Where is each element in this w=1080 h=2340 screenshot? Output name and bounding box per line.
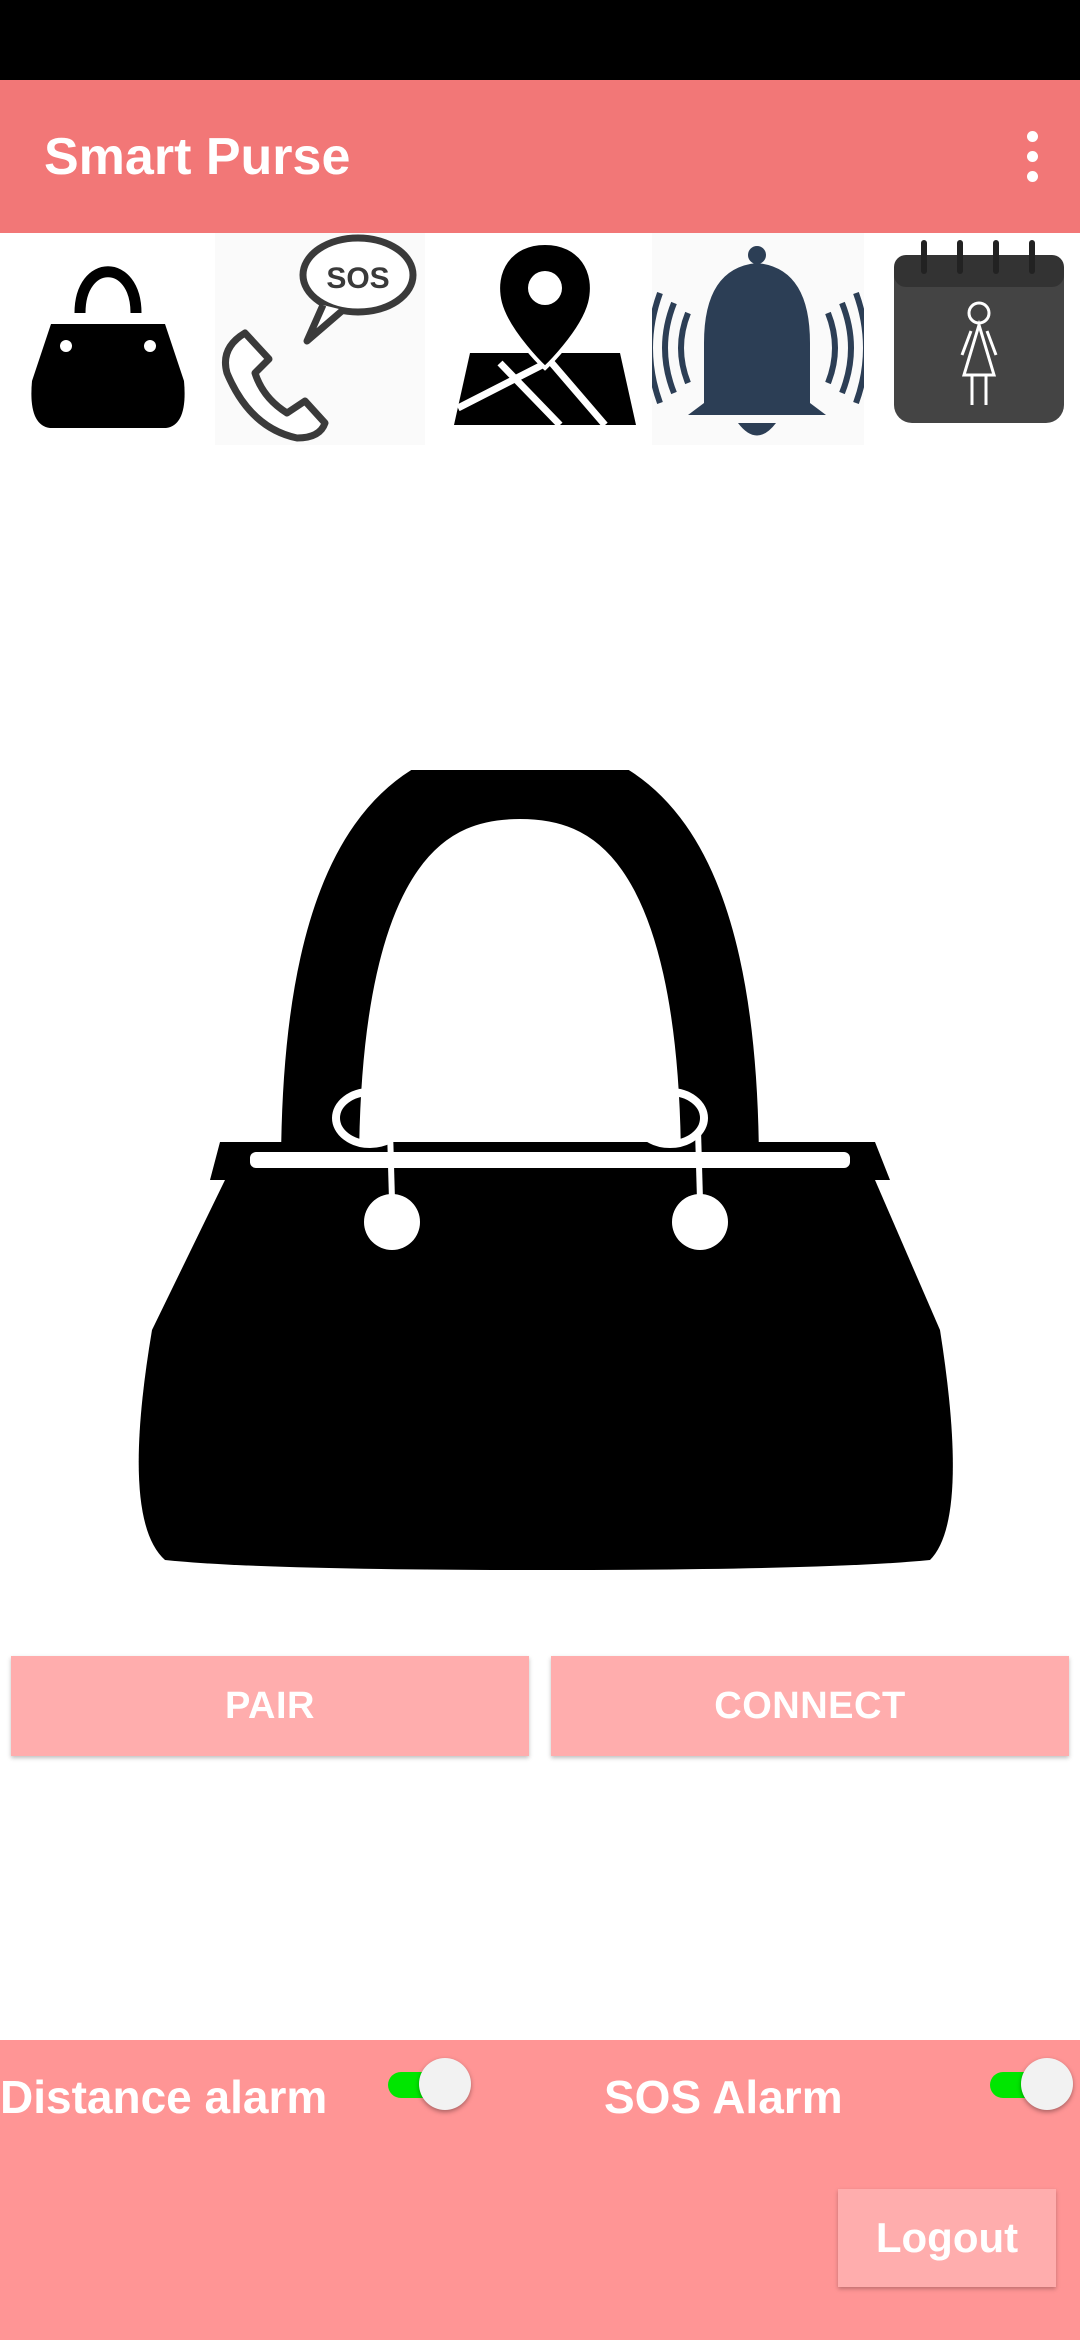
switch-thumb — [1021, 2058, 1073, 2110]
app-bar: Smart Purse — [0, 80, 1080, 233]
logout-button[interactable]: Logout — [838, 2189, 1056, 2287]
ringing-bell-icon[interactable] — [652, 233, 864, 445]
quick-icon-row: SOS — [0, 233, 1080, 445]
switch-thumb — [419, 2058, 471, 2110]
svg-text:SOS: SOS — [326, 262, 389, 295]
distance-alarm-switch[interactable] — [384, 2052, 474, 2112]
distance-alarm-label: Distance alarm — [0, 2071, 328, 2123]
sos-call-icon[interactable]: SOS — [215, 233, 425, 445]
map-location-icon[interactable] — [440, 233, 650, 445]
calendar-woman-icon[interactable] — [880, 233, 1080, 445]
app-title: Smart Purse — [44, 127, 351, 186]
connect-button[interactable]: CONNECT — [551, 1656, 1069, 1756]
sos-alarm-label: SOS Alarm — [604, 2071, 843, 2123]
status-bar — [0, 0, 1080, 80]
sos-alarm-switch[interactable] — [986, 2052, 1076, 2112]
pair-button[interactable]: PAIR — [11, 1656, 529, 1756]
handbag-illustration — [130, 740, 960, 1570]
more-vert-icon[interactable] — [1012, 127, 1052, 187]
handbag-icon[interactable] — [8, 233, 208, 445]
